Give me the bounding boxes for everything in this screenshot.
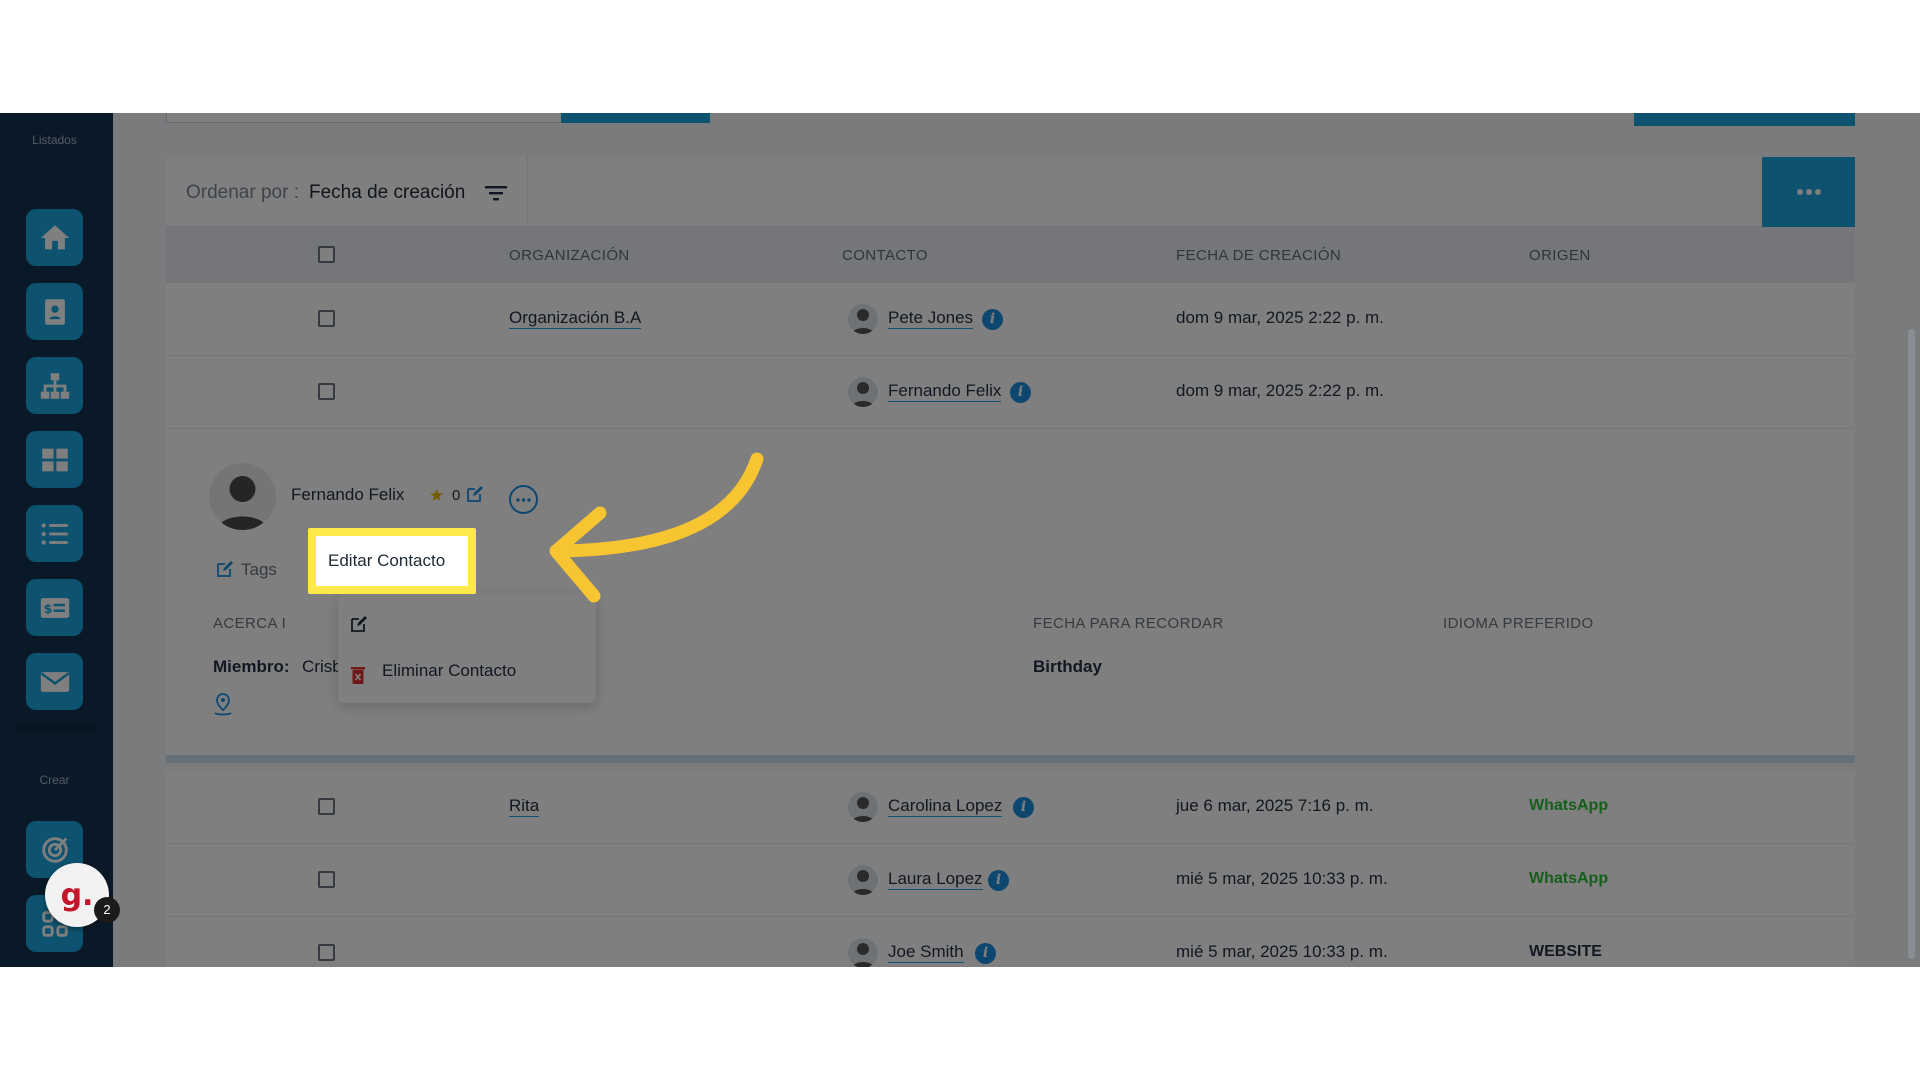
- notification-badge: 2: [94, 897, 120, 923]
- edit-contact-item[interactable]: Editar Contacto: [316, 536, 468, 586]
- highlight-frame: Editar Contacto: [308, 528, 476, 594]
- pointer-arrow-icon: [549, 452, 764, 603]
- tutorial-overlay: [0, 113, 1920, 967]
- scrollbar[interactable]: [1908, 329, 1915, 959]
- app-screen: Listados $ Crear: [0, 113, 1920, 967]
